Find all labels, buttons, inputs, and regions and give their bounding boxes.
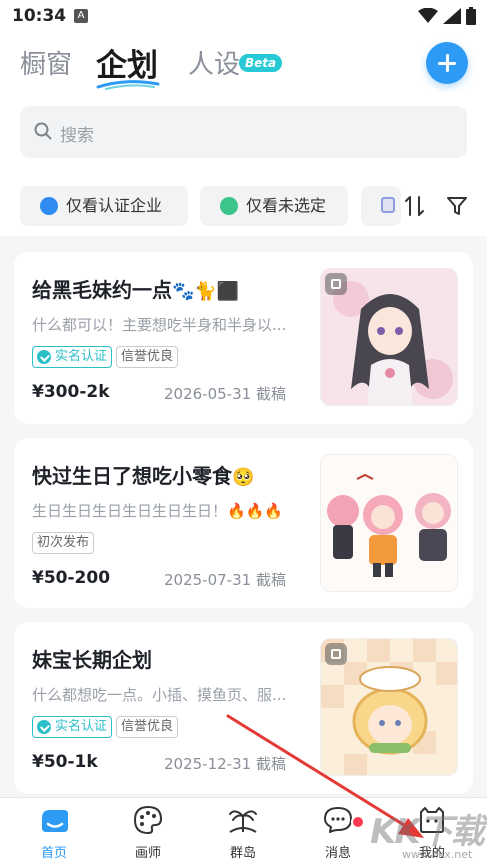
filter-unselected[interactable]: 仅看未选定 [200, 186, 348, 226]
nav-label: 消息 [324, 846, 351, 861]
project-card[interactable]: 快过生日了想吃小零食🥺 生日生日生日生日生日生日！🔥🔥🔥 初次发布 ¥50-20… [14, 438, 473, 608]
project-card[interactable]: 给黑毛妹约一点🐾🐈⬛ 什么都可以！主要想吃半身和半身以... 实名认证 信誉优良 … [14, 252, 473, 424]
card-title: 给黑毛妹约一点🐾🐈⬛ [32, 274, 239, 303]
watermark-logo: KK下载 [370, 812, 485, 852]
card-tags: 初次发布 [32, 532, 98, 554]
search-input[interactable]: 搜索 [20, 106, 467, 158]
nav-label: 群岛 [229, 846, 256, 861]
watermark-url: www.kkx.net [402, 848, 473, 861]
card-title-emoji: 🐾🐈⬛ [172, 281, 240, 302]
search-placeholder: 搜索 [60, 126, 94, 146]
filter-more[interactable] [361, 186, 401, 226]
compass-icon [220, 197, 238, 215]
card-title: 快过生日了想吃小零食🥺 [32, 460, 254, 489]
tag-reputation: 信誉优良 [116, 346, 179, 368]
beta-badge: Beta [239, 54, 283, 72]
top-tab-bar: 橱窗 企划 人设 Beta [0, 34, 487, 94]
nav-painter[interactable]: 画师 [118, 804, 178, 861]
card-price: ¥50-200 [32, 568, 111, 588]
tag-verified: 实名认证 [32, 716, 113, 738]
save-icon [325, 643, 347, 665]
card-price: ¥50-1k [32, 752, 98, 772]
search-icon [34, 122, 52, 140]
card-tags: 实名认证 信誉优良 [32, 346, 182, 368]
card-description: 生日生日生日生日生日生日！🔥🔥🔥 [32, 502, 284, 520]
card-price: ¥300-2k [32, 382, 110, 402]
island-palm-icon [229, 810, 257, 833]
funnel-icon[interactable] [446, 195, 468, 217]
nav-messages[interactable]: 消息 [308, 804, 368, 861]
tag-reputation: 信誉优良 [116, 716, 179, 738]
card-thumbnail[interactable] [320, 454, 458, 592]
active-tab-underline [96, 80, 160, 90]
project-card[interactable]: 妹宝长期企划 什么都想吃一点。小插、摸鱼页、服... 实名认证 信誉优良 ¥50-… [14, 622, 473, 794]
save-icon [325, 273, 347, 295]
tab-showcase[interactable]: 橱窗 [20, 44, 72, 81]
status-bar: 10:34 A [0, 0, 487, 34]
battery-icon [466, 7, 476, 25]
filter-verified-company[interactable]: 仅看认证企业 [20, 186, 188, 226]
card-title: 妹宝长期企划 [32, 644, 152, 673]
card-thumbnail[interactable] [320, 638, 458, 776]
card-tags: 实名认证 信誉优良 [32, 716, 182, 738]
nav-home[interactable]: 首页 [24, 804, 84, 861]
unread-badge [351, 815, 365, 829]
filter-label: 仅看认证企业 [66, 196, 163, 215]
filter-label: 仅看未选定 [246, 196, 327, 215]
company-verified-icon [40, 197, 58, 215]
card-deadline: 2025-12-31 截稿 [164, 755, 286, 773]
status-time: 10:34 [12, 6, 67, 26]
card-deadline: 2025-07-31 截稿 [164, 571, 286, 589]
card-thumbnail[interactable] [320, 268, 458, 406]
nav-island[interactable]: 群岛 [213, 804, 273, 861]
search-section: 搜索 [0, 94, 487, 176]
card-title-emoji: 🥺 [232, 467, 255, 488]
notification-icon: A [74, 9, 88, 23]
home-icon [42, 810, 68, 832]
palette-icon [133, 805, 163, 835]
signal-icon [443, 8, 461, 24]
chibi-characters-illustration [321, 455, 457, 591]
card-title-text: 快过生日了想吃小零食 [32, 464, 232, 488]
add-project-button[interactable] [426, 42, 468, 84]
wifi-icon [418, 8, 438, 23]
nav-label: 画师 [134, 846, 161, 861]
tab-character[interactable]: 人设 [188, 44, 240, 81]
tag-first-post: 初次发布 [32, 532, 95, 554]
filter-bar: 仅看认证企业 仅看未选定 [0, 176, 487, 236]
card-description: 什么都想吃一点。小插、摸鱼页、服... [32, 686, 287, 704]
tag-icon [381, 197, 395, 213]
card-description: 什么都可以！主要想吃半身和半身以... [32, 316, 287, 334]
card-deadline: 2026-05-31 截稿 [164, 385, 286, 403]
card-title-text: 妹宝长期企划 [32, 648, 152, 672]
card-title-text: 给黑毛妹约一点 [32, 278, 172, 302]
sort-arrows-icon[interactable] [404, 195, 426, 217]
nav-label: 首页 [40, 846, 67, 861]
chat-bubble-icon [324, 807, 352, 833]
tag-verified: 实名认证 [32, 346, 113, 368]
